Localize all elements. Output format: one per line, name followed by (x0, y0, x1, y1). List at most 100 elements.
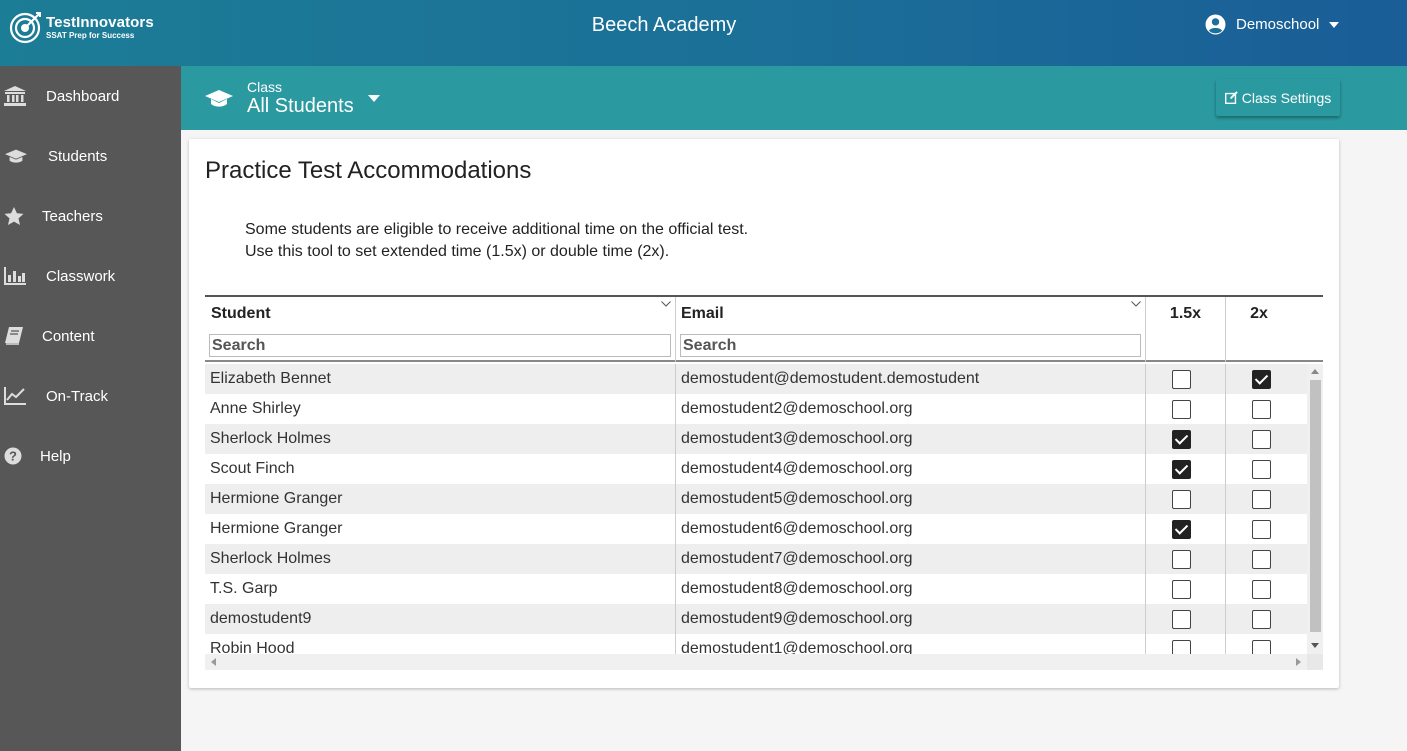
graduation-cap-icon (205, 90, 233, 107)
extended-time-checkbox[interactable] (1172, 580, 1191, 599)
email-cell: demostudent1@demoschool.org (676, 634, 1146, 654)
extended-time-cell (1146, 424, 1226, 454)
sidebar-item-help[interactable]: ? Help (0, 426, 181, 486)
double-time-checkbox[interactable] (1252, 520, 1271, 539)
chevron-down-icon[interactable] (1131, 301, 1141, 307)
table-row[interactable]: Sherlock Holmes demostudent7@demoschool.o… (205, 544, 1307, 574)
extended-time-cell (1146, 544, 1226, 574)
sidebar: Dashboard Students Teachers Classwork Co… (0, 66, 181, 751)
sidebar-item-label: Help (40, 447, 71, 465)
double-time-checkbox[interactable] (1252, 370, 1271, 389)
user-avatar-icon (1205, 14, 1226, 35)
user-menu[interactable]: Demoschool (1205, 14, 1349, 35)
scrollbar-corner (1307, 654, 1323, 670)
table-row[interactable]: T.S. Garp demostudent8@demoschool.org (205, 574, 1307, 604)
student-name-cell: Hermione Granger (205, 484, 676, 514)
sidebar-item-teachers[interactable]: Teachers (0, 186, 181, 246)
double-time-checkbox[interactable] (1252, 610, 1271, 629)
line-chart-icon (4, 386, 26, 406)
email-cell: demostudent6@demoschool.org (676, 514, 1146, 544)
double-time-checkbox[interactable] (1252, 460, 1271, 479)
table-row[interactable]: Scout Finch demostudent4@demoschool.org (205, 454, 1307, 484)
extended-time-checkbox[interactable] (1172, 640, 1191, 654)
scroll-left-arrow-icon[interactable] (211, 658, 216, 666)
table-row[interactable]: Sherlock Holmes demostudent3@demoschool.o… (205, 424, 1307, 454)
student-name-cell: Scout Finch (205, 454, 676, 484)
email-cell: demostudent4@demoschool.org (676, 454, 1146, 484)
class-settings-label: Class Settings (1241, 89, 1332, 106)
vertical-scrollbar[interactable] (1307, 364, 1323, 654)
star-icon (3, 206, 25, 226)
extended-time-cell (1146, 604, 1226, 634)
table-row[interactable]: Elizabeth Bennet demostudent@demostudent.… (205, 364, 1307, 394)
column-title: Student (211, 305, 271, 322)
email-cell: demostudent7@demoschool.org (676, 544, 1146, 574)
extended-time-cell (1146, 454, 1226, 484)
sidebar-item-classwork[interactable]: Classwork (0, 246, 181, 306)
student-search-input[interactable] (209, 334, 671, 357)
sidebar-item-students[interactable]: Students (0, 126, 181, 186)
email-cell: demostudent9@demoschool.org (676, 604, 1146, 634)
email-cell: demostudent2@demoschool.org (676, 394, 1146, 424)
column-header-student[interactable]: Student (205, 297, 676, 362)
student-name-cell: Sherlock Holmes (205, 544, 676, 574)
extended-time-checkbox[interactable] (1172, 520, 1191, 539)
scroll-down-arrow-icon[interactable] (1311, 643, 1319, 648)
table-row[interactable]: Hermione Granger demostudent6@demoschool.… (205, 514, 1307, 544)
scroll-thumb[interactable] (1310, 380, 1321, 632)
double-time-checkbox[interactable] (1252, 640, 1271, 654)
double-time-checkbox[interactable] (1252, 550, 1271, 569)
table-row[interactable]: Hermione Granger demostudent5@demoschool.… (205, 484, 1307, 514)
bank-icon (4, 86, 26, 106)
bar-chart-icon (4, 266, 26, 286)
accommodations-table: Student Email 1.5x 2x Elizabeth Bennetde… (205, 295, 1323, 672)
extended-time-cell (1146, 514, 1226, 544)
page-description: Some students are eligible to receive ad… (245, 219, 748, 263)
double-time-checkbox[interactable] (1252, 400, 1271, 419)
sidebar-item-on-track[interactable]: On-Track (0, 366, 181, 426)
chevron-down-icon[interactable] (661, 301, 671, 307)
class-bar: Class All Students Class Settings (181, 66, 1407, 130)
chevron-down-icon[interactable] (368, 95, 380, 103)
scroll-up-arrow-icon[interactable] (1311, 369, 1319, 374)
double-time-cell (1226, 634, 1307, 654)
extended-time-checkbox[interactable] (1172, 610, 1191, 629)
double-time-checkbox[interactable] (1252, 430, 1271, 449)
horizontal-scrollbar[interactable] (205, 654, 1307, 670)
student-name-cell: Anne Shirley (205, 394, 676, 424)
table-row[interactable]: Anne Shirley demostudent2@demoschool.org (205, 394, 1307, 424)
sidebar-item-content[interactable]: Content (0, 306, 181, 366)
column-title: Email (681, 305, 724, 322)
table-row[interactable]: Robin Hood demostudent1@demoschool.org (205, 634, 1307, 654)
column-header-1-5x: 1.5x (1146, 297, 1226, 362)
table-header: Student Email 1.5x 2x (205, 295, 1323, 362)
double-time-cell (1226, 574, 1307, 604)
sidebar-item-label: Dashboard (46, 87, 120, 105)
extended-time-cell (1146, 364, 1226, 394)
extended-time-checkbox[interactable] (1172, 460, 1191, 479)
sidebar-item-label: Content (42, 327, 95, 345)
extended-time-checkbox[interactable] (1172, 550, 1191, 569)
column-header-2x: 2x (1226, 297, 1323, 362)
double-time-checkbox[interactable] (1252, 490, 1271, 509)
extended-time-checkbox[interactable] (1172, 400, 1191, 419)
extended-time-checkbox[interactable] (1172, 370, 1191, 389)
sidebar-item-dashboard[interactable]: Dashboard (0, 66, 181, 126)
scroll-right-arrow-icon[interactable] (1296, 658, 1301, 666)
class-selector[interactable]: All Students (247, 95, 354, 118)
edit-icon (1224, 91, 1238, 104)
page-title: Practice Test Accommodations (205, 157, 532, 184)
double-time-cell (1226, 484, 1307, 514)
email-search-input[interactable] (680, 334, 1141, 357)
column-title: 1.5x (1169, 305, 1202, 322)
extended-time-checkbox[interactable] (1172, 490, 1191, 509)
table-body: Elizabeth Bennet demostudent@demostudent.… (205, 364, 1323, 654)
column-header-email[interactable]: Email (676, 297, 1146, 362)
email-cell: demostudent8@demoschool.org (676, 574, 1146, 604)
double-time-cell (1226, 364, 1307, 394)
chevron-down-icon (1329, 21, 1340, 28)
class-settings-button[interactable]: Class Settings (1216, 79, 1340, 116)
extended-time-checkbox[interactable] (1172, 430, 1191, 449)
double-time-checkbox[interactable] (1252, 580, 1271, 599)
table-row[interactable]: demostudent9 demostudent9@demoschool.org (205, 604, 1307, 634)
